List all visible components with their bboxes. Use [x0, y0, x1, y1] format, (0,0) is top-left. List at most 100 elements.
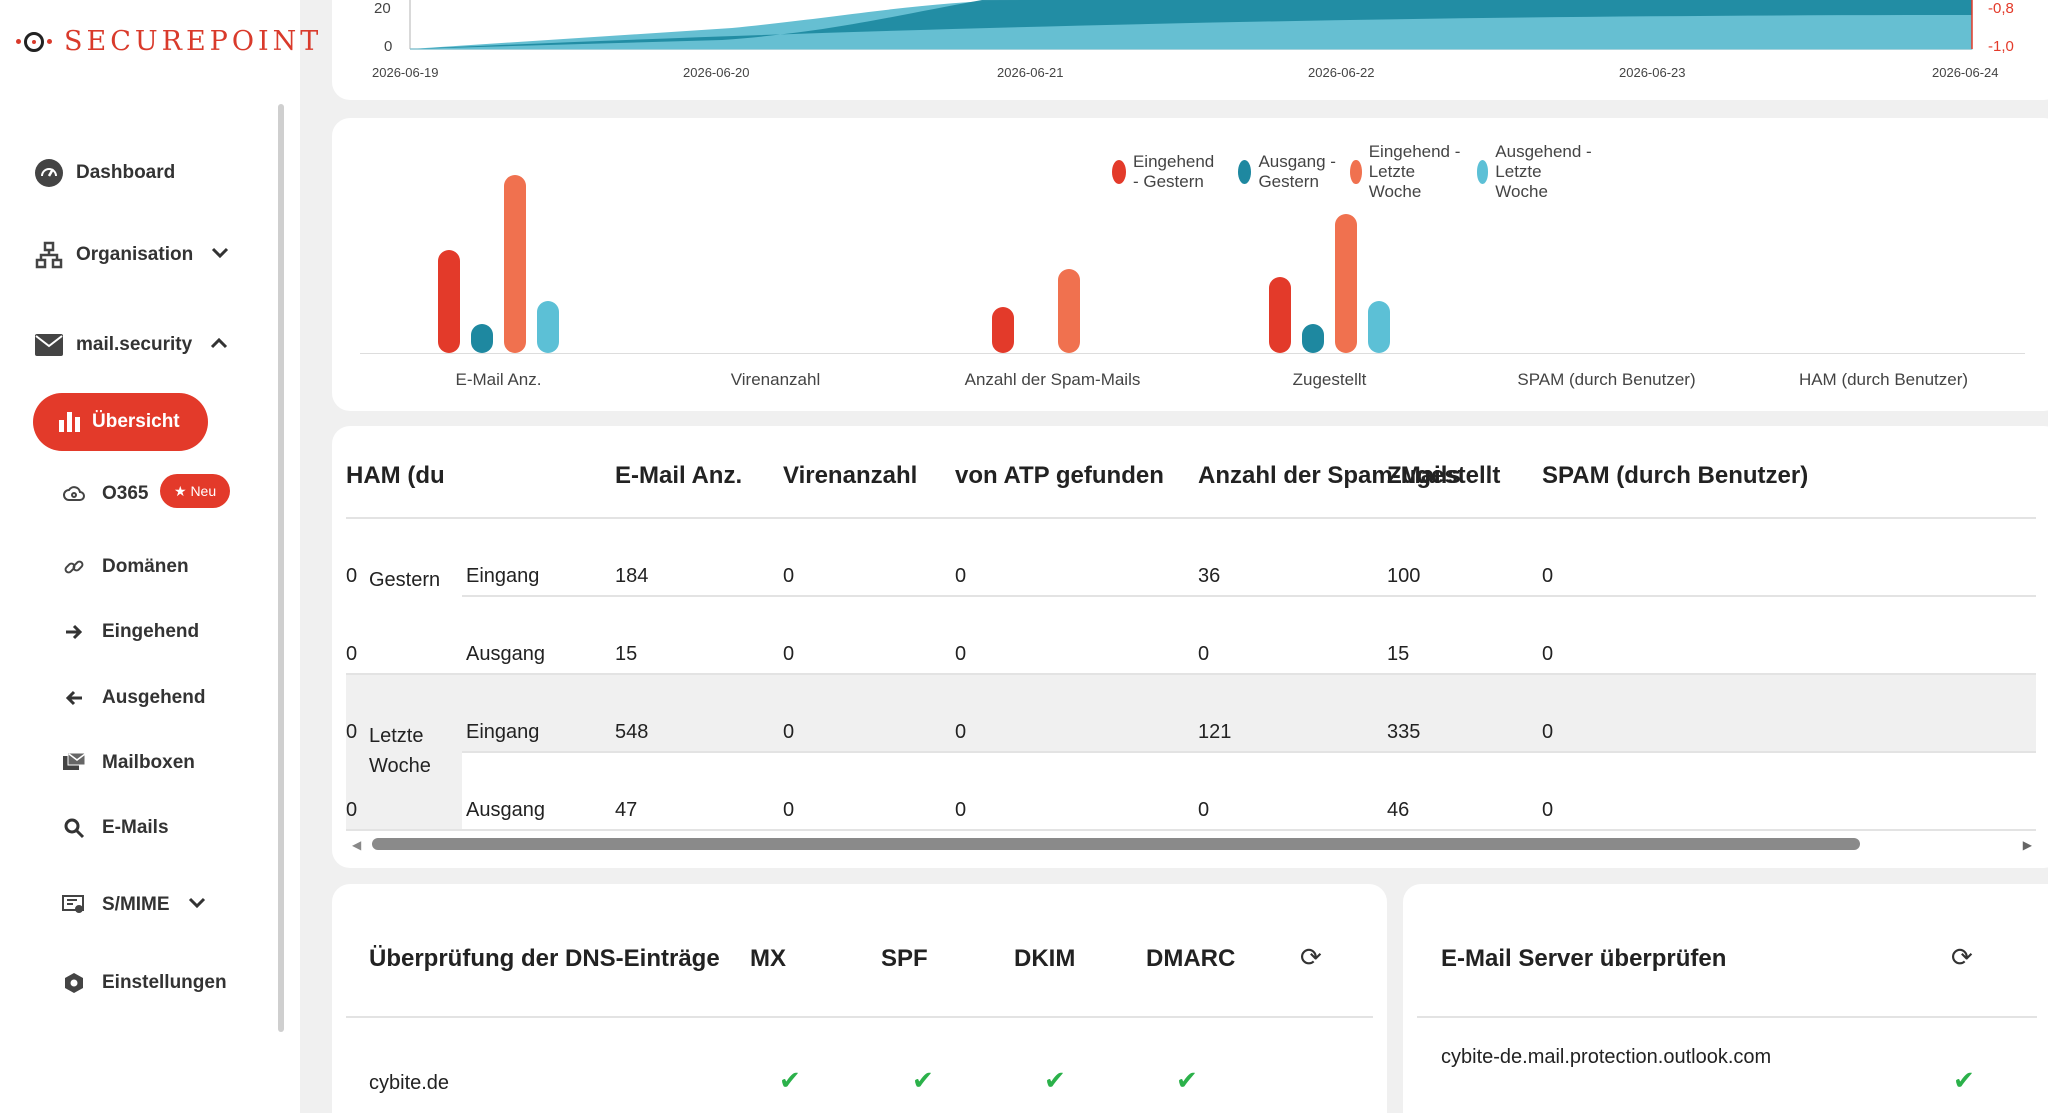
dns-check-card	[332, 884, 1387, 1113]
scrollbar-thumb[interactable]	[372, 838, 1860, 850]
brand-name: SECUREPOINT	[64, 26, 323, 57]
table-header[interactable]: von ATP gefunden	[955, 462, 1164, 490]
nav-o365-label: O365	[102, 483, 149, 504]
table-header[interactable]: HAM (du	[346, 462, 445, 490]
new-badge: ★ Neu	[160, 474, 231, 508]
chart-bar[interactable]	[1302, 323, 1324, 353]
nav-organisation-label: Organisation	[76, 244, 194, 265]
chart-bar[interactable]	[992, 307, 1014, 353]
nav-emails-label: E-Mails	[102, 817, 169, 838]
table-header[interactable]: E-Mail Anz.	[615, 462, 742, 490]
x-tick-label: Anzahl der Spam-Mails	[964, 370, 1141, 389]
chart-bar[interactable]	[471, 323, 493, 353]
mailbox-icon	[62, 751, 86, 775]
refresh-icon[interactable]: ⟳	[1300, 942, 1322, 973]
table-row-direction: Ausgang	[466, 643, 545, 665]
server-host: cybite-de.mail.protection.outlook.com	[1441, 1046, 1772, 1068]
table-row-direction: Eingang	[466, 721, 540, 743]
x-tick-label: E-Mail Anz.	[455, 370, 542, 389]
nav-eingehend-label: Eingehend	[102, 621, 200, 642]
table-cell: 0	[1542, 721, 1554, 743]
table-cell: 121	[1198, 721, 1232, 743]
nav-mailboxen[interactable]: Mailboxen	[62, 751, 195, 775]
envelope-icon	[34, 330, 64, 360]
bar-chart-plot: E-Mail Anz. Virenanzahl Anzahl der Spam-Ma…	[332, 118, 2048, 411]
nav-einstellungen-label: Einstellungen	[102, 972, 227, 993]
table-header[interactable]: Virenanzahl	[783, 462, 917, 490]
table-row-direction: Eingang	[466, 565, 540, 587]
chevron-down-icon[interactable]	[188, 896, 206, 914]
y-right-tick: -1,0	[1988, 38, 2014, 55]
check-icon: ✔	[779, 1065, 801, 1095]
nav-ausgehend-label: Ausgehend	[102, 687, 206, 708]
nav-mailsecurity-label: mail.security	[76, 334, 193, 355]
y-right-tick: -0,8	[1988, 0, 2014, 17]
arrow-right-icon	[62, 620, 86, 644]
nav-dashboard-label: Dashboard	[76, 162, 176, 183]
nav-smime[interactable]: S/MIME	[62, 893, 206, 917]
table-cell: 548	[615, 721, 649, 743]
dns-col-dkim: DKIM	[1014, 945, 1076, 972]
chevron-up-icon[interactable]	[210, 336, 228, 354]
x-tick: 2026-06-22	[1308, 65, 1375, 80]
table-h-scrollbar[interactable]: ◀ ▶	[346, 832, 2036, 856]
nav-ausgehend[interactable]: Ausgehend	[62, 686, 205, 710]
table-cell: 0	[1542, 565, 1554, 587]
table-cell: 0	[783, 721, 795, 743]
chart-bar[interactable]	[1335, 213, 1357, 353]
traffic-area-chart-card: 20 0 -0,8 -1,0 2026-06-19 2026-06-20 202…	[332, 0, 2048, 100]
dns-col-spf: SPF	[881, 945, 928, 972]
table-cell: 0	[346, 721, 358, 743]
scroll-left-icon[interactable]: ◀	[352, 838, 361, 852]
nav-organisation[interactable]: Organisation	[34, 240, 229, 270]
cloud-sync-icon	[62, 482, 86, 506]
table-cell: 0	[1542, 643, 1554, 665]
server-divider	[1417, 1016, 2037, 1018]
table-cell: 100	[1387, 565, 1421, 587]
nav-mailsecurity[interactable]: mail.security	[34, 330, 228, 360]
chevron-down-icon[interactable]	[211, 246, 229, 264]
table-header[interactable]: Zugestellt	[1387, 462, 1500, 490]
dns-divider	[346, 1016, 1373, 1018]
nav-domaenen[interactable]: Domänen	[62, 555, 189, 579]
dns-col-mx: MX	[750, 945, 786, 972]
chart-bar[interactable]	[1058, 269, 1080, 353]
nav-uebersicht[interactable]: Übersicht	[33, 393, 208, 451]
scroll-right-icon[interactable]: ▶	[2023, 838, 2032, 852]
table-cell: 0	[346, 799, 358, 821]
nav-einstellungen[interactable]: Einstellungen	[62, 971, 227, 995]
nav-smime-label: S/MIME	[102, 894, 170, 915]
table-cell: 0	[346, 643, 358, 665]
table-cell: 0	[783, 643, 795, 665]
org-chart-icon	[34, 240, 64, 270]
chart-bar[interactable]	[438, 249, 460, 353]
table-cell: 0	[1198, 799, 1210, 821]
chart-bar[interactable]	[537, 300, 559, 353]
nav-emails[interactable]: E-Mails	[62, 816, 169, 840]
table-header[interactable]: SPAM (durch Benutzer)	[1542, 462, 1808, 490]
table-cell: 184	[615, 565, 649, 587]
nav-eingehend[interactable]: Eingehend	[62, 620, 199, 644]
table-cell: 15	[1387, 643, 1410, 665]
gear-icon	[62, 971, 86, 995]
dns-domain: cybite.de	[369, 1072, 450, 1094]
table-cell: 0	[1542, 799, 1554, 821]
dns-col-dmarc: DMARC	[1146, 945, 1236, 972]
search-icon	[62, 816, 86, 840]
chart-bar[interactable]	[1269, 276, 1291, 353]
table-cell: 15	[615, 643, 638, 665]
traffic-area-chart	[409, 0, 1973, 50]
securepoint-logo[interactable]: SECUREPOINT	[16, 26, 322, 57]
bar-chart-card: Eingehend - Gestern Ausgang - Gestern Ei…	[332, 118, 2048, 411]
refresh-icon[interactable]: ⟳	[1951, 942, 1973, 973]
chart-bar[interactable]	[504, 175, 526, 353]
securepoint-logo-icon	[16, 31, 52, 52]
chart-bar[interactable]	[1368, 301, 1390, 353]
x-tick-label: Zugestellt	[1292, 370, 1367, 389]
nav-dashboard[interactable]: Dashboard	[34, 158, 175, 188]
x-tick-label: SPAM (durch Benutzer)	[1517, 370, 1696, 389]
server-title: E-Mail Server überprüfen	[1441, 945, 1727, 972]
nav-o365[interactable]: O365	[62, 482, 148, 506]
sidebar-scrollbar[interactable]	[278, 104, 284, 1032]
table-cell: 36	[1198, 565, 1221, 587]
